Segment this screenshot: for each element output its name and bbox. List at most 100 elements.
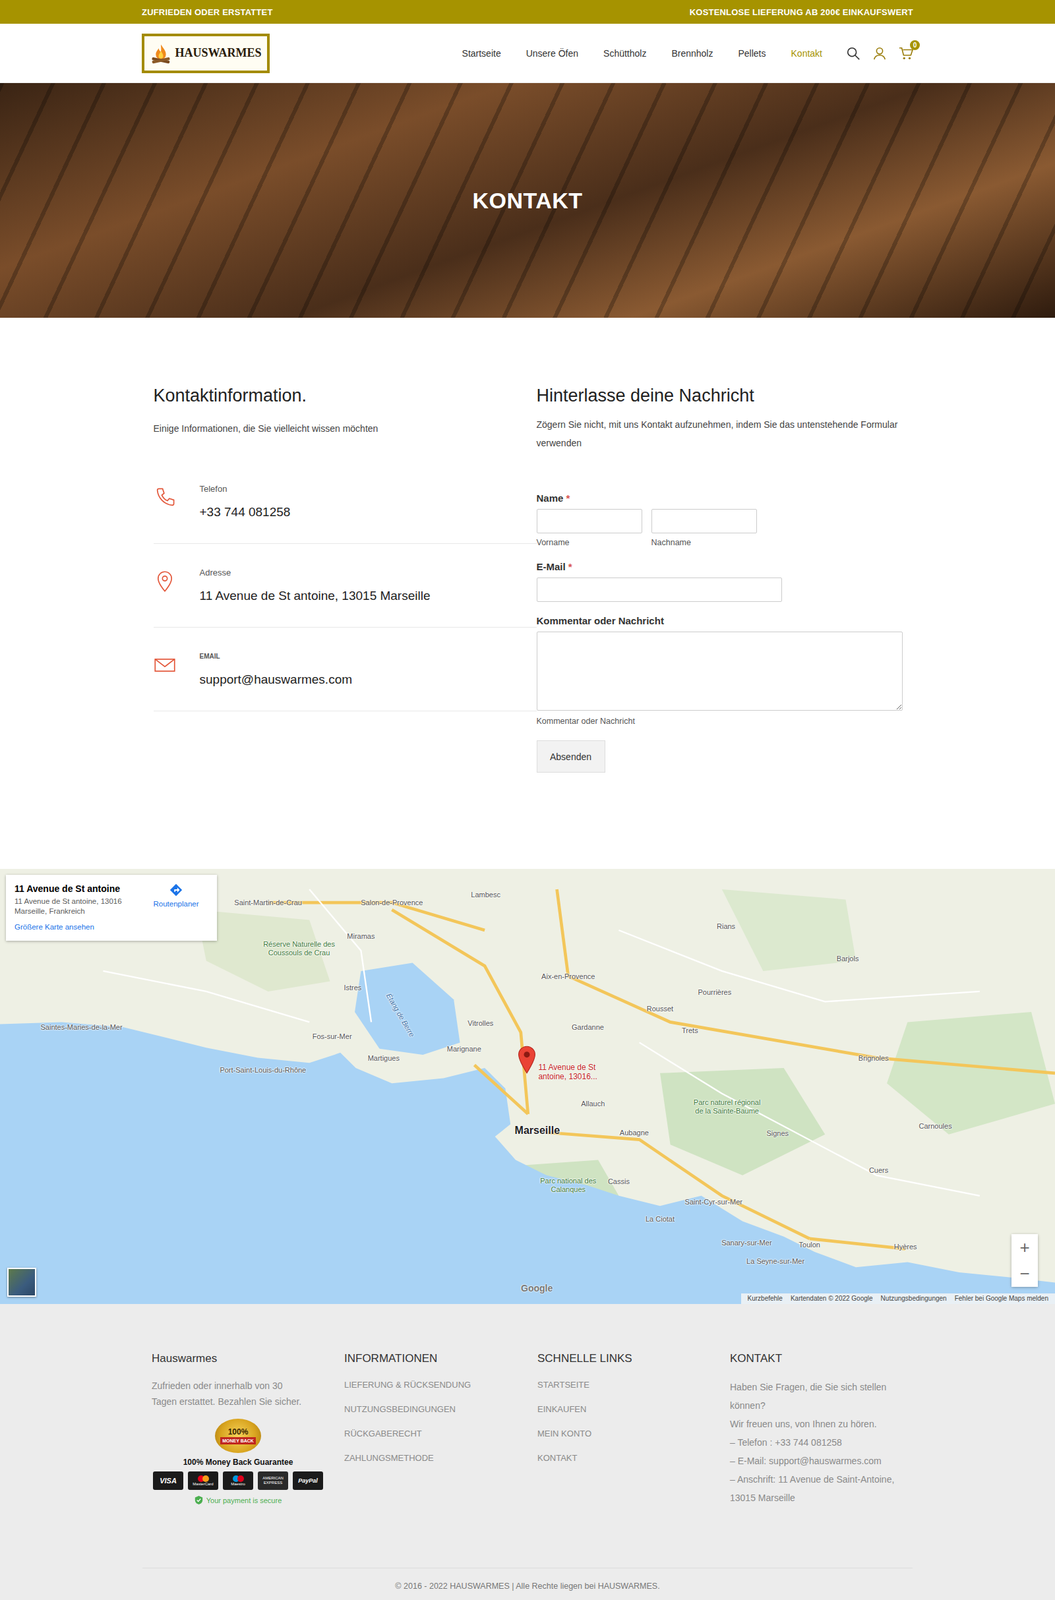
message-field: Kommentar oder Nachricht Kommentar oder N… — [536, 614, 903, 727]
nav-item[interactable]: Kontakt — [791, 48, 823, 59]
map-info-card: 11 Avenue de St antoine11 Avenue de St a… — [5, 874, 217, 941]
footer-link-column: INFORMATIONEN LIEFERUNG & RÜCKSENDUNG NUTZ… — [344, 1351, 538, 1508]
name-field: Name *VornameNachname — [536, 491, 757, 548]
nav-item[interactable]: Brennholz — [671, 48, 713, 59]
info-value: +33 744 081258 — [199, 503, 291, 521]
footer-link[interactable]: RÜCKGABERECHT — [344, 1428, 422, 1439]
map-marker-label: 11 Avenue de St antoine, 13016... — [538, 1062, 612, 1082]
footer-contact: KONTAKTHaben Sie Fragen, die Sie sich st… — [729, 1351, 904, 1508]
topbar-shipping: KOSTENLOSE LIEFERUNG AB 200€ EINKAUFSWER… — [689, 7, 914, 18]
payment-card: Maestro — [222, 1471, 254, 1491]
map-place-label: Saintes-Maries-de-la-Mer — [40, 1023, 123, 1032]
directions-icon — [168, 882, 184, 898]
footer-link-item: MEIN KONTO — [537, 1426, 730, 1441]
contact-page: ZUFRIEDEN ODER ERSTATTETKOSTENLOSE LIEFE… — [0, 0, 1055, 1600]
contact-section: Kontaktinformation. Einige Informationen,… — [0, 317, 1055, 870]
site-footer: HauswarmesZufrieden oder innerhalb von 3… — [0, 1304, 1055, 1600]
info-text: Adresse11 Avenue de St antoine, 13015 Ma… — [199, 566, 431, 605]
map-place-label: Parc naturel régional de la Sainte-Baume — [691, 1098, 764, 1116]
last-name-input[interactable] — [651, 509, 757, 534]
footer-link-item: RÜCKGABERECHT — [344, 1426, 538, 1441]
map[interactable]: MarseilleAix-en-ProvenceToulonSalon-de-P… — [0, 869, 1055, 1305]
footer-heading: KONTAKT — [729, 1351, 904, 1367]
email-label: E-Mail * — [536, 560, 783, 574]
footer-link[interactable]: STARTSEITE — [537, 1380, 590, 1390]
directions-link[interactable]: Routenplaner — [143, 882, 210, 935]
message-hint: Kommentar oder Nachricht — [536, 716, 903, 727]
secure-text: Your payment is secure — [206, 1496, 283, 1505]
message-label: Kommentar oder Nachricht — [536, 614, 903, 628]
footer-heading: Hauswarmes — [151, 1351, 345, 1367]
attribution-link[interactable]: Nutzungsbedingungen — [876, 1294, 951, 1304]
footer-grid: HauswarmesZufrieden oder innerhalb von 3… — [151, 1351, 904, 1508]
map-place-label: Rians — [716, 921, 736, 931]
last-name-col: Nachname — [651, 509, 757, 548]
info-subtitle: Einige Informationen, die Sie vielleicht… — [153, 420, 537, 437]
card-address: 11 Avenue de St antoine, 13016 Marseille… — [14, 896, 134, 917]
medal-percent: 100% — [228, 1428, 249, 1437]
attribution-link[interactable]: Fehler bei Google Maps melden — [950, 1294, 1053, 1304]
footer-contact-line: – Anschrift: 11 Avenue de Saint-Antoine,… — [729, 1470, 904, 1508]
payment-card: AMERICAN EXPRESS — [257, 1471, 289, 1491]
footer-link[interactable]: KONTAKT — [537, 1453, 577, 1464]
guarantee-badge: 100%MONEY BACK100% Money Back GuaranteeV… — [151, 1418, 325, 1506]
envelope-icon — [153, 654, 177, 677]
footer-link-item: ZAHLUNGSMETHODE — [344, 1451, 538, 1466]
footer-link-item: LIEFERUNG & RÜCKSENDUNG — [344, 1378, 538, 1392]
cart-button[interactable]: 0 — [898, 46, 914, 61]
map-place-label: Carnoules — [918, 1122, 952, 1131]
last-name-hint: Nachname — [651, 537, 757, 548]
zoom-in-button[interactable]: + — [1011, 1234, 1038, 1261]
footer-link[interactable]: ZAHLUNGSMETHODE — [344, 1453, 434, 1464]
first-name-input[interactable] — [536, 509, 643, 534]
nav-item[interactable]: Unsere Öfen — [526, 48, 579, 59]
site-header: HAUSWARMES Startseite Unsere Öfen Schütthol… — [0, 23, 1055, 84]
search-icon[interactable] — [845, 46, 861, 61]
guarantee-text: 100% Money Back Guarantee — [183, 1457, 294, 1468]
attribution-link[interactable]: Kartendaten © 2022 Google — [786, 1294, 877, 1304]
form-title: Hinterlasse deine Nachricht — [536, 383, 755, 408]
satellite-toggle[interactable] — [7, 1267, 37, 1297]
footer-link[interactable]: NUTZUNGSBEDINGUNGEN — [344, 1404, 456, 1415]
larger-map-link[interactable]: Größere Karte ansehen — [14, 923, 138, 932]
footer-link[interactable]: MEIN KONTO — [537, 1428, 592, 1439]
logo[interactable]: HAUSWARMES — [141, 33, 270, 74]
user-icon[interactable] — [872, 46, 887, 61]
main-nav: Startseite Unsere Öfen Schüttholz Brennholz… — [462, 48, 823, 59]
map-place-label: Aubagne — [619, 1128, 649, 1137]
attribution-link[interactable]: Kurzbefehle — [743, 1294, 787, 1304]
footer-heading: SCHNELLE LINKS — [537, 1351, 730, 1367]
card-circles-icon — [232, 1475, 244, 1483]
map-place-label: La Ciotat — [645, 1215, 675, 1224]
message-textarea[interactable] — [536, 631, 903, 711]
footer-link[interactable]: LIEFERUNG & RÜCKSENDUNG — [344, 1380, 471, 1390]
map-marker-icon[interactable] — [518, 1045, 537, 1075]
footer-about: HauswarmesZufrieden oder innerhalb von 3… — [151, 1351, 345, 1508]
map-attribution: KurzbefehleKartendaten © 2022 GoogleNutz… — [741, 1293, 1055, 1305]
map-place-label: Signes — [766, 1129, 789, 1139]
payment-card-label: AMERICAN EXPRESS — [258, 1476, 288, 1486]
nav-item[interactable]: Startseite — [462, 48, 502, 59]
first-name-hint: Vorname — [536, 537, 643, 548]
map-place-label: Toulon — [799, 1240, 821, 1250]
nav-item[interactable]: Pellets — [737, 48, 766, 59]
footer-link-item: NUTZUNGSBEDINGUNGEN — [344, 1402, 538, 1417]
info-row: EMAILsupport@hauswarmes.com — [153, 627, 537, 712]
info-title: Kontaktinformation. — [153, 383, 537, 408]
card-title: 11 Avenue de St antoine — [14, 882, 138, 895]
google-logo: Google — [520, 1283, 553, 1294]
payment-card-label: MasterCard — [192, 1482, 213, 1487]
zoom-out-button[interactable]: − — [1011, 1260, 1038, 1288]
map-place-label: Gardanne — [571, 1023, 604, 1032]
map-place-label: Sanary-sur-Mer — [721, 1238, 772, 1248]
map-place-label: Trets — [681, 1025, 699, 1035]
submit-button[interactable]: Absenden — [536, 740, 606, 773]
email-input[interactable] — [536, 577, 783, 603]
footer-link[interactable]: EINKAUFEN — [537, 1404, 587, 1415]
shield-check-icon — [194, 1495, 204, 1506]
nav-item[interactable]: Schüttholz — [603, 48, 647, 59]
circle-right — [202, 1475, 210, 1483]
footer-heading: INFORMATIONEN — [344, 1351, 538, 1367]
map-place-label: Marseille — [514, 1124, 560, 1137]
directions-label: Routenplaner — [152, 900, 199, 908]
